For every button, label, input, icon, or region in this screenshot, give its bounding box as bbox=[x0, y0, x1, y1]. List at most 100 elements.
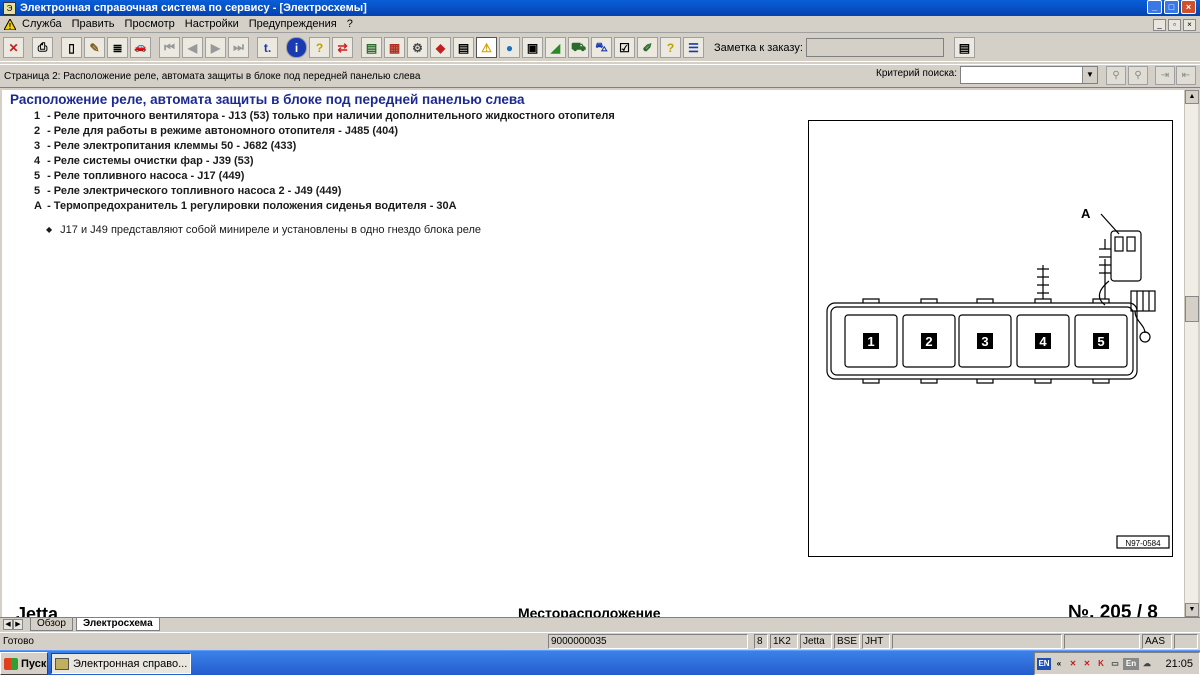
legend-item: A - Термопредохранитель 1 регулировки по… bbox=[34, 200, 457, 212]
search-criteria-dropdown[interactable]: ▼ bbox=[960, 66, 1098, 84]
exit-icon[interactable]: ✕ bbox=[3, 37, 24, 58]
relay-label-4: 4 bbox=[1039, 334, 1047, 349]
note-edit-icon[interactable]: ▤ bbox=[953, 37, 975, 58]
close-button[interactable]: × bbox=[1181, 0, 1196, 14]
windows-logo-icon bbox=[4, 657, 18, 670]
question-page-icon[interactable]: ? bbox=[660, 37, 681, 58]
menu-warnings[interactable]: Предупреждения bbox=[244, 18, 342, 30]
footer-number: №. 205 / 8 bbox=[1068, 602, 1158, 617]
tab-scroll-left-icon[interactable]: ◀ bbox=[3, 619, 13, 630]
footer-model: Jetta bbox=[16, 604, 59, 617]
chevron-down-icon[interactable]: ▼ bbox=[1082, 67, 1097, 83]
status-empty-2 bbox=[1064, 634, 1140, 649]
figure-id: N97-0584 bbox=[1125, 539, 1161, 548]
tray-cloud-icon[interactable]: ☁ bbox=[1141, 658, 1153, 670]
tray-security-icon[interactable]: K bbox=[1095, 658, 1107, 670]
text-icon[interactable]: ▤ bbox=[453, 37, 474, 58]
app-window: Э Электронная справочная система по серв… bbox=[0, 0, 1200, 675]
print-icon[interactable]: ⎙ bbox=[32, 37, 53, 58]
minimize-button[interactable]: _ bbox=[1147, 0, 1162, 14]
legend-item: 5 - Реле топливного насоса - J17 (449) bbox=[34, 170, 245, 182]
red-book-icon[interactable]: ◆ bbox=[430, 37, 451, 58]
status-model: Jetta bbox=[800, 634, 832, 649]
tab-overview[interactable]: Обзор bbox=[30, 618, 73, 631]
last-page-icon[interactable]: ⏭ bbox=[228, 37, 249, 58]
scroll-up-icon[interactable]: ▲ bbox=[1185, 90, 1199, 104]
start-button[interactable]: Пуск bbox=[0, 652, 48, 675]
menu-view[interactable]: Просмотр bbox=[120, 18, 180, 30]
callout-a: A bbox=[1081, 206, 1091, 221]
search-forward-icon[interactable]: ⚲ bbox=[1106, 66, 1126, 85]
page-title: Расположение реле, автомата защиты в бло… bbox=[10, 92, 525, 107]
menu-edit[interactable]: Править bbox=[67, 18, 120, 30]
main-toolbar: ✕ ⎙ ▯ ✎ ≣ 🚗 ⏮ ◀ ▶ ⏭ t. i ? ⇄ ▤ ▦ ⚙ ◆ ▤ ⚠… bbox=[0, 34, 1200, 62]
bullet-icon: ◆ bbox=[46, 225, 53, 234]
oil-icon[interactable]: ◢ bbox=[545, 37, 566, 58]
document-list-icon[interactable]: ≣ bbox=[107, 37, 128, 58]
note-text: ◆ J17 и J49 представляют собой минирелe и… bbox=[46, 224, 482, 236]
relay-label-2: 2 bbox=[925, 334, 932, 349]
globe-icon[interactable]: ● bbox=[499, 37, 520, 58]
tab-wiring-diagram[interactable]: Электросхема bbox=[76, 618, 160, 631]
menu-settings[interactable]: Настройки bbox=[180, 18, 244, 30]
maximize-button[interactable]: □ bbox=[1164, 0, 1179, 14]
language-indicator[interactable]: EN bbox=[1037, 657, 1051, 670]
tab-bar: ◀ ▶ Обзор Электросхема bbox=[0, 617, 1200, 631]
hint-icon[interactable]: ? bbox=[309, 37, 330, 58]
scroll-down-icon[interactable]: ▼ bbox=[1185, 603, 1199, 617]
status-empty-3 bbox=[1174, 634, 1198, 649]
lines-icon[interactable]: ☰ bbox=[683, 37, 704, 58]
previous-page-icon[interactable]: ◀ bbox=[182, 37, 203, 58]
legend-item: 2 - Реле для работы в режиме автономного… bbox=[34, 125, 399, 137]
vehicle-icon[interactable]: 🚗 bbox=[130, 37, 151, 58]
tray-volume-icon[interactable]: ✕ bbox=[1081, 658, 1093, 670]
jump-icon[interactable]: t. bbox=[257, 37, 278, 58]
next-page-icon[interactable]: ▶ bbox=[205, 37, 226, 58]
warning-tool-icon[interactable]: ⚠ bbox=[476, 37, 497, 58]
page-caption: Страница 2: Расположение реле, автомата … bbox=[4, 70, 421, 82]
info-icon[interactable]: i bbox=[286, 37, 307, 58]
nav-left-icon[interactable]: ⇤ bbox=[1176, 66, 1196, 85]
tray-display-icon[interactable]: ▭ bbox=[1109, 658, 1121, 670]
menu-service[interactable]: Служба bbox=[17, 18, 67, 30]
tray-network-icon[interactable]: ✕ bbox=[1067, 658, 1079, 670]
taskbar-app-button[interactable]: Электронная справо... bbox=[51, 653, 191, 674]
nav-right-icon[interactable]: ⇥ bbox=[1155, 66, 1175, 85]
grid-icon[interactable]: ▦ bbox=[384, 37, 405, 58]
tray-expand-icon[interactable]: « bbox=[1053, 658, 1065, 670]
first-page-icon[interactable]: ⏮ bbox=[159, 37, 180, 58]
checklist-icon[interactable]: ☑ bbox=[614, 37, 635, 58]
menu-help[interactable]: ? bbox=[342, 18, 358, 30]
tab-scroll-right-icon[interactable]: ▶ bbox=[13, 619, 23, 630]
truck-icon[interactable]: ⛍ bbox=[591, 37, 612, 58]
car-service-icon[interactable]: ⛟ bbox=[568, 37, 589, 58]
clock: 21:05 bbox=[1165, 657, 1193, 670]
engine-icon[interactable]: ⚙ bbox=[407, 37, 428, 58]
status-bar: Готово 9000000035 8 1K2 Jetta BSE JHT AA… bbox=[0, 632, 1200, 649]
keyboard-layout-indicator[interactable]: En bbox=[1123, 657, 1139, 670]
book-icon[interactable]: ▤ bbox=[361, 37, 382, 58]
window-title: Электронная справочная система по сервис… bbox=[20, 2, 367, 14]
order-note-field[interactable] bbox=[805, 38, 944, 57]
search-back-icon[interactable]: ⚲ bbox=[1128, 66, 1148, 85]
search-criteria-label: Критерий поиска: bbox=[876, 68, 958, 79]
vertical-scrollbar[interactable]: ▲ ▼ bbox=[1184, 90, 1199, 617]
relay-diagram: 1 2 3 4 5 A N97-0584 bbox=[808, 120, 1173, 557]
title-bar: Э Электронная справочная система по серв… bbox=[0, 0, 1200, 16]
disk-icon[interactable]: ▣ bbox=[522, 37, 543, 58]
new-document-icon[interactable]: ▯ bbox=[61, 37, 82, 58]
svg-text:!: ! bbox=[9, 22, 12, 30]
mdi-close-button[interactable]: × bbox=[1183, 18, 1196, 31]
scroll-thumb[interactable] bbox=[1185, 296, 1199, 322]
edit-pen-icon[interactable]: ✐ bbox=[637, 37, 658, 58]
status-engine: BSE bbox=[834, 634, 860, 649]
mdi-minimize-button[interactable]: _ bbox=[1153, 18, 1166, 31]
relay-label-5: 5 bbox=[1097, 334, 1104, 349]
footer-section: Месторасположение bbox=[518, 605, 661, 617]
swap-icon[interactable]: ⇄ bbox=[332, 37, 353, 58]
mdi-restore-button[interactable]: ▫ bbox=[1168, 18, 1181, 31]
edit-document-icon[interactable]: ✎ bbox=[84, 37, 105, 58]
status-order-number: 9000000035 bbox=[548, 634, 748, 649]
app-icon: Э bbox=[3, 1, 16, 15]
taskbar: Пуск Электронная справо... EN « ✕ ✕ K ▭ … bbox=[0, 650, 1200, 675]
